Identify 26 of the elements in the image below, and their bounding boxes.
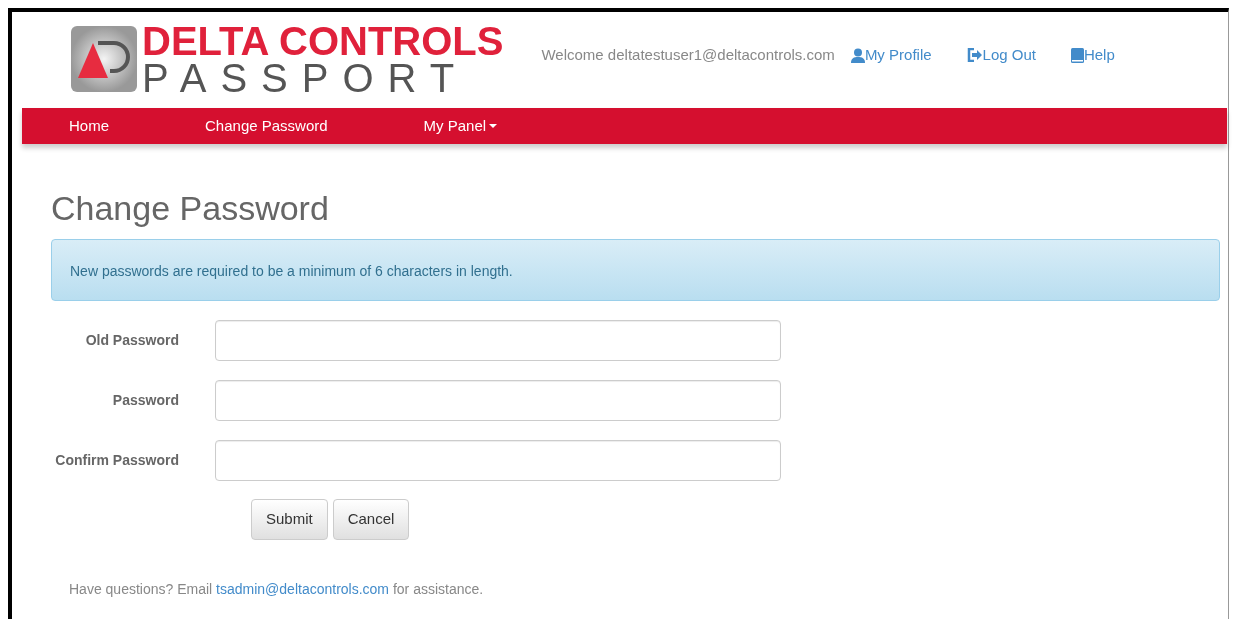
help-link[interactable]: Help	[1070, 44, 1115, 67]
email-link[interactable]: tsadmin@deltacontrols.com	[216, 580, 390, 597]
book-icon	[1070, 47, 1084, 63]
logout-link[interactable]: Log Out	[966, 44, 1036, 67]
logo-icon	[70, 25, 138, 93]
caret-icon	[489, 124, 498, 128]
nav-link[interactable]: My Panel	[423, 114, 498, 138]
field-label: Old Password	[84, 330, 180, 350]
nav-link[interactable]: Home	[69, 114, 109, 138]
password-field[interactable]	[215, 379, 781, 421]
page-title: Change Password	[51, 188, 330, 229]
submit-button[interactable]: Submit	[251, 498, 328, 540]
password-field[interactable]	[215, 319, 781, 361]
logo-subtitle: PASSPORT	[142, 60, 470, 96]
field-label: Password	[111, 390, 180, 410]
profile-link[interactable]: My Profile	[850, 44, 932, 67]
field-label: Confirm Password	[54, 450, 180, 470]
nav-link[interactable]: Change Password	[205, 114, 328, 138]
info-alert: New passwords are required to be a minimum of 6 characters in length.	[51, 238, 1220, 301]
welcome-text: Welcome deltatestuser1@deltacontrols.com	[541, 45, 835, 65]
password-field[interactable]	[215, 439, 781, 481]
cancel-button[interactable]: Cancel	[332, 498, 410, 540]
logo-title: DELTA CONTROLS	[142, 22, 504, 60]
person-icon	[850, 47, 865, 63]
logout-icon	[966, 48, 983, 63]
help-text: Have questions? Email tsadmin@deltacontrols.com for assistance.	[69, 579, 485, 599]
